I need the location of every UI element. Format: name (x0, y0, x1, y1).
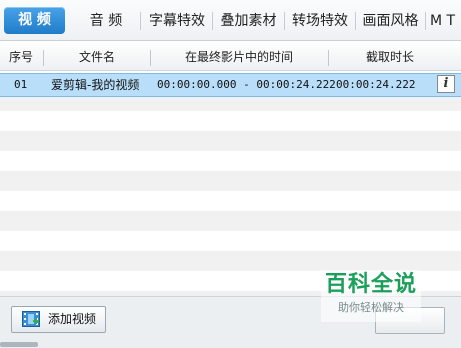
column-header-filename[interactable]: 文件名 (44, 45, 150, 70)
column-header-index[interactable]: 序号 (0, 45, 42, 70)
add-video-label: 添加视频 (48, 312, 97, 326)
empty-row (0, 211, 461, 231)
empty-row (0, 151, 461, 171)
empty-row (0, 191, 461, 211)
empty-row (0, 231, 461, 251)
watermark: 百科全说 助你轻松解决 (321, 270, 421, 322)
empty-row (0, 131, 461, 151)
watermark-subtitle: 助你轻松解决 (338, 301, 404, 314)
row-duration: 00:00:24.222 (336, 78, 416, 91)
tab-transition-effects[interactable]: 转场特效 (287, 8, 353, 34)
tab-picture-style[interactable]: 画面风格 (358, 8, 423, 34)
row-filename: 爱剪辑-我的视频 (51, 78, 140, 92)
table-header: 序号 文件名 在最终影片中的时间 截取时长 (0, 45, 461, 71)
empty-row (0, 111, 461, 131)
watermark-title: 百科全说 (324, 272, 417, 297)
column-header-duration[interactable]: 截取时长 (329, 45, 451, 70)
row-index: 01 (14, 78, 28, 91)
tab-divider (212, 12, 213, 30)
row-timeline: 00:00:00.000 - 00:00:24.222 (157, 78, 336, 91)
tab-mtv[interactable]: M T (430, 8, 461, 34)
scrollbar-thumb[interactable] (0, 342, 38, 347)
tab-video[interactable]: 视 频 (4, 7, 65, 34)
column-header-timeline[interactable]: 在最终影片中的时间 (151, 45, 327, 70)
tab-divider (140, 12, 141, 30)
empty-row (0, 171, 461, 191)
tab-divider (355, 12, 356, 30)
tab-divider (425, 12, 426, 30)
info-icon[interactable]: i (437, 75, 455, 93)
add-video-button[interactable]: 添加视频 (11, 306, 106, 333)
tab-divider (284, 12, 285, 30)
tab-overlay-materials[interactable]: 叠加素材 (215, 8, 282, 34)
tab-audio[interactable]: 音 频 (80, 8, 132, 34)
empty-row (0, 251, 461, 271)
tab-bar: 视 频 音 频 字幕特效 叠加素材 转场特效 画面风格 M T (0, 0, 461, 41)
table-body (0, 71, 461, 296)
film-icon (22, 311, 40, 327)
table-row-selected[interactable]: 01 爱剪辑-我的视频 00:00:00.000 - 00:00:24.222 … (0, 73, 461, 97)
tab-subtitle-effects[interactable]: 字幕特效 (144, 8, 210, 34)
